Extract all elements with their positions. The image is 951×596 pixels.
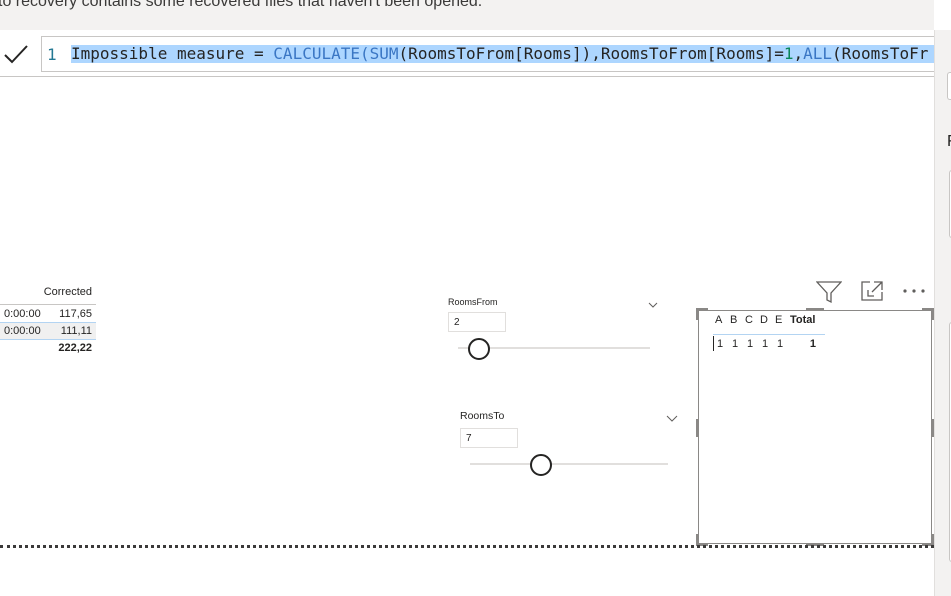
- slicer-dropdown-button[interactable]: [648, 296, 658, 314]
- focus-mode-icon: [861, 281, 883, 301]
- checkmark-icon: [4, 45, 28, 64]
- matrix-column-headers: A B C D E Total: [715, 314, 820, 334]
- cell-value: 117,65: [59, 308, 92, 320]
- table-total-row: 222,22: [0, 341, 96, 357]
- matrix-column-header[interactable]: C: [745, 314, 760, 326]
- total-value: 222,22: [58, 342, 92, 354]
- resize-handle[interactable]: [931, 419, 934, 437]
- matrix-cell: 1: [777, 338, 784, 350]
- code-function-all: ALL: [803, 44, 833, 63]
- chevron-down-icon: [666, 415, 678, 422]
- code-token: (: [360, 44, 370, 63]
- dax-formula-text[interactable]: Impossible measure = CALCULATE(SUM(Rooms…: [71, 44, 945, 63]
- code-token: (RoomsToFr: [832, 44, 929, 63]
- slicer-title-roomsfrom: RoomsFrom: [448, 297, 498, 307]
- table-row[interactable]: 0:00:00 111,11: [0, 323, 96, 340]
- roomsfrom-input[interactable]: 2: [448, 312, 506, 332]
- notification-banner: to recovery contains some recovered file…: [0, 0, 934, 30]
- slicer-title-roomsto: RoomsTo: [460, 410, 505, 422]
- matrix-column-header[interactable]: B: [730, 314, 745, 326]
- cell-time: 0:00:00: [4, 325, 41, 337]
- roomsto-input[interactable]: 7: [460, 428, 518, 448]
- header-divider: [713, 334, 825, 335]
- matrix-column-header[interactable]: D: [760, 314, 775, 326]
- roomsto-slider-track[interactable]: [470, 463, 668, 465]
- slicer-dropdown-button[interactable]: [666, 410, 678, 428]
- right-pane-edge: F: [934, 30, 951, 596]
- line-number: 1: [47, 45, 57, 64]
- column-header-corrected: Corrected: [43, 286, 92, 298]
- matrix-column-header[interactable]: A: [715, 314, 730, 326]
- code-function-sum: SUM: [369, 44, 399, 63]
- code-number: 1: [783, 44, 794, 63]
- matrix-row[interactable]: 111111: [717, 338, 816, 350]
- commit-button[interactable]: [0, 38, 32, 70]
- cell-time: 0:00:00: [4, 308, 41, 320]
- resize-handle[interactable]: [922, 308, 934, 320]
- more-options-icon: [903, 289, 925, 293]
- matrix-cell: 1: [732, 338, 739, 350]
- table-row[interactable]: 0:00:00 117,65: [0, 306, 96, 323]
- matrix-row-total: 1: [809, 338, 816, 350]
- resize-handle[interactable]: [696, 308, 708, 320]
- visual-header: [815, 280, 932, 307]
- matrix-cell: 1: [717, 338, 724, 350]
- code-function-calculate: CALCULATE: [273, 44, 360, 63]
- focus-mode-button[interactable]: [860, 280, 884, 307]
- cell-value: 111,11: [60, 325, 92, 337]
- resize-handle[interactable]: [806, 308, 824, 311]
- table-header: Corrected: [0, 283, 96, 305]
- matrix-visual[interactable]: A B C D E Total 111111: [696, 308, 934, 546]
- roomsto-slider-handle[interactable]: [530, 454, 552, 476]
- page-boundary: [0, 545, 934, 548]
- matrix-column-header[interactable]: E: [775, 314, 790, 326]
- more-options-button[interactable]: [902, 283, 928, 304]
- code-token: Impossible measure =: [71, 44, 274, 63]
- code-token: (RoomsToFrom[Rooms]),RoomsToFrom[Rooms]=: [398, 44, 784, 63]
- dax-editor[interactable]: 1 Impossible measure = CALCULATE(SUM(Roo…: [41, 36, 946, 72]
- selection-caret: [713, 336, 714, 351]
- pane-partial-label: F: [947, 133, 951, 151]
- matrix-cell: 1: [762, 338, 769, 350]
- formula-bar: 1 Impossible measure = CALCULATE(SUM(Roo…: [0, 30, 946, 77]
- matrix-cell: 1: [747, 338, 754, 350]
- filter-icon: [815, 281, 843, 304]
- resize-handle[interactable]: [696, 419, 699, 437]
- banner-text: to recovery contains some recovered file…: [0, 0, 483, 10]
- code-token: ,: [793, 44, 804, 63]
- filter-button[interactable]: [815, 280, 843, 309]
- matrix-total-header[interactable]: Total: [790, 314, 820, 326]
- roomsfrom-slider-handle[interactable]: [468, 338, 490, 360]
- chevron-down-icon: [648, 302, 658, 308]
- pane-control[interactable]: [947, 72, 951, 100]
